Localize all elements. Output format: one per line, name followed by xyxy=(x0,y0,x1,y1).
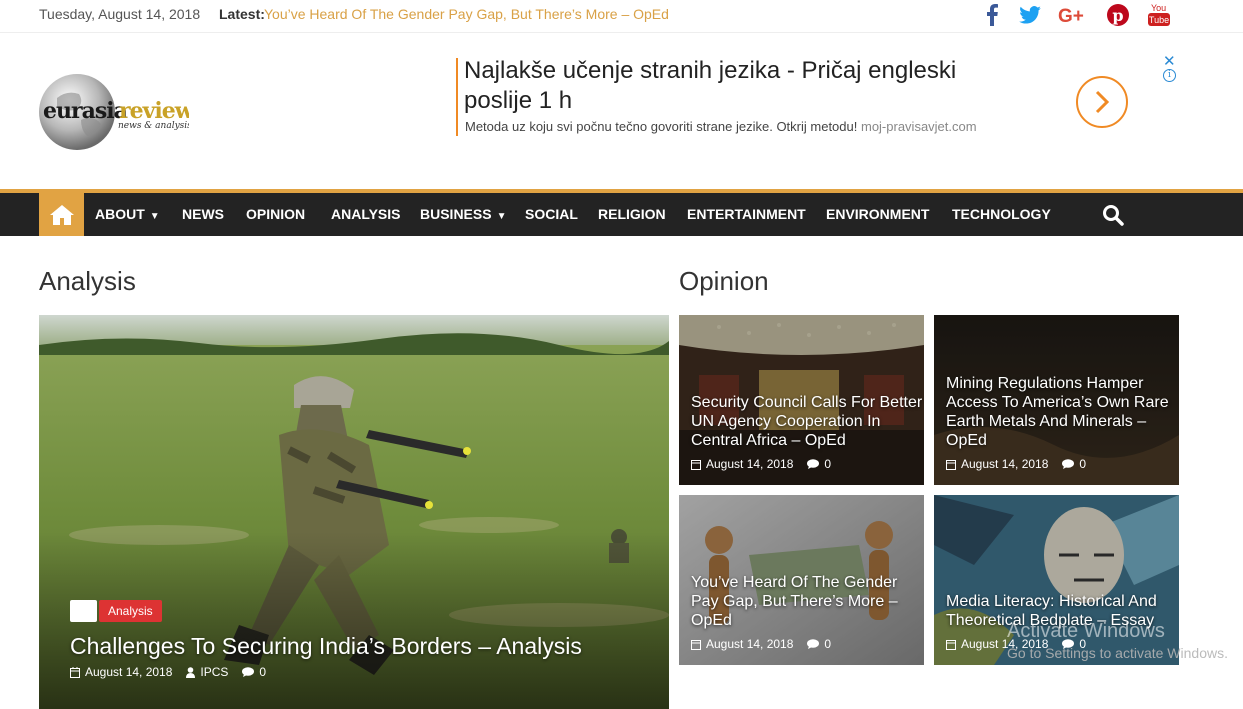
watermark-title: Activate Windows xyxy=(1007,620,1165,642)
google-plus-icon[interactable]: G+ xyxy=(1057,2,1091,28)
twitter-icon[interactable] xyxy=(1016,2,1044,28)
post-date-text: August 14, 2018 xyxy=(706,457,794,471)
post-comments-text: 0 xyxy=(824,457,832,471)
home-button[interactable] xyxy=(39,193,84,236)
svg-text:Tube: Tube xyxy=(1149,15,1169,25)
svg-text:eurasia: eurasia xyxy=(43,98,128,124)
post-comments-text: 0 xyxy=(259,665,267,679)
nav-analysis[interactable]: Analysis xyxy=(331,206,401,222)
ad-domain[interactable]: moj-pravisavjet.com xyxy=(861,119,977,134)
opinion-card[interactable]: You’ve Heard Of The Gender Pay Gap, But … xyxy=(679,495,924,665)
post-comments[interactable]: 0 xyxy=(242,665,266,679)
post-date-text: August 14, 2018 xyxy=(706,637,794,651)
nav-about[interactable]: About ▼ xyxy=(95,206,160,222)
post-date[interactable]: August 14, 2018 xyxy=(946,457,1048,471)
opinion-card-title[interactable]: You’ve Heard Of The Gender Pay Gap, But … xyxy=(691,573,923,630)
featured-article-title[interactable]: Challenges To Securing India’s Borders –… xyxy=(70,633,582,660)
calendar-icon xyxy=(946,459,956,470)
comment-icon xyxy=(1062,459,1075,469)
category-badge[interactable]: Analysis xyxy=(99,600,162,622)
ad-title[interactable]: Najlakše učenje stranih jezika - Pričaj … xyxy=(464,56,1024,116)
watermark-subtitle: Go to Settings to activate Windows. xyxy=(1007,645,1228,661)
advertisement[interactable]: Najlakše učenje stranih jezika - Pričaj … xyxy=(456,53,1184,140)
nav-about-label: About xyxy=(95,206,145,222)
post-date[interactable]: August 14, 2018 xyxy=(691,457,793,471)
chevron-right-icon xyxy=(1095,90,1110,114)
ad-accent-bar xyxy=(456,58,458,136)
home-icon xyxy=(49,204,74,225)
chevron-down-icon: ▼ xyxy=(149,211,160,222)
post-comments[interactable]: 0 xyxy=(807,457,831,471)
post-comments[interactable]: 0 xyxy=(1062,457,1086,471)
calendar-icon xyxy=(691,459,701,470)
opinion-section-title: Opinion xyxy=(679,266,769,296)
ad-description: Metoda uz koju svi počnu tečno govoriti … xyxy=(465,119,977,134)
post-date-text: August 14, 2018 xyxy=(961,457,1049,471)
calendar-icon xyxy=(946,639,956,650)
site-logo[interactable]: eurasia review news & analysis xyxy=(39,68,196,154)
svg-text:You: You xyxy=(1151,3,1166,13)
featured-badges: Analysis xyxy=(70,600,162,622)
facebook-icon[interactable] xyxy=(980,2,1004,28)
opinion-card[interactable]: Security Council Calls For Better UN Age… xyxy=(679,315,924,485)
nav-entertainment[interactable]: Entertainment xyxy=(687,206,806,222)
analysis-section-title: Analysis xyxy=(39,266,136,296)
main-navigation: About ▼ News Opinion Analysis Business ▼ S… xyxy=(0,189,1243,236)
opinion-card-meta: August 14, 2018 0 xyxy=(946,457,1100,471)
current-date: Tuesday, August 14, 2018 xyxy=(39,6,201,22)
latest-label: Latest: xyxy=(219,6,265,22)
nav-technology[interactable]: Technology xyxy=(952,206,1051,222)
opinion-card-title[interactable]: Mining Regulations Hamper Access To Amer… xyxy=(946,374,1178,450)
nav-business[interactable]: Business ▼ xyxy=(420,206,506,222)
calendar-icon xyxy=(70,666,80,678)
chevron-down-icon: ▼ xyxy=(496,211,507,222)
featured-article[interactable]: Analysis Challenges To Securing India’s … xyxy=(39,315,669,709)
svg-text:news & analysis: news & analysis xyxy=(118,121,189,131)
featured-article-meta: August 14, 2018 IPCS 0 xyxy=(70,665,280,679)
youtube-icon[interactable]: You Tube xyxy=(1147,2,1171,28)
post-date-text: August 14, 2018 xyxy=(85,665,173,679)
post-comments[interactable]: 0 xyxy=(807,637,831,651)
nav-opinion[interactable]: Opinion xyxy=(246,206,305,222)
windows-activation-watermark: Activate Windows Go to Settings to activ… xyxy=(1007,620,1228,664)
pinterest-icon[interactable]: p xyxy=(1105,2,1131,28)
nav-business-label: Business xyxy=(420,206,492,222)
ad-info-icon[interactable]: i xyxy=(1163,69,1176,82)
nav-religion[interactable]: Religion xyxy=(598,206,666,222)
ad-close-icon[interactable]: ✕ xyxy=(1163,52,1176,70)
ad-go-button[interactable] xyxy=(1076,76,1128,128)
user-icon xyxy=(186,666,196,678)
post-author-text: IPCS xyxy=(200,665,229,679)
calendar-icon xyxy=(691,639,701,650)
nav-social[interactable]: Social xyxy=(525,206,578,222)
opinion-card[interactable]: Mining Regulations Hamper Access To Amer… xyxy=(934,315,1179,485)
svg-text:p: p xyxy=(1112,6,1123,25)
opinion-card-meta: August 14, 2018 0 xyxy=(691,637,845,651)
opinion-card-meta: August 14, 2018 0 xyxy=(691,457,845,471)
opinion-card-title[interactable]: Security Council Calls For Better UN Age… xyxy=(691,393,923,450)
nav-environment[interactable]: Environment xyxy=(826,206,929,222)
post-date[interactable]: August 14, 2018 xyxy=(70,665,172,679)
latest-news-link[interactable]: You’ve Heard Of The Gender Pay Gap, But … xyxy=(264,6,669,22)
top-bar: Tuesday, August 14, 2018 Latest: You’ve … xyxy=(0,0,1243,33)
comment-icon xyxy=(242,667,255,677)
comment-icon xyxy=(807,459,820,469)
post-date[interactable]: August 14, 2018 xyxy=(691,637,793,651)
post-author[interactable]: IPCS xyxy=(186,665,228,679)
ad-description-text: Metoda uz koju svi počnu tečno govoriti … xyxy=(465,119,858,134)
blank-badge xyxy=(70,600,97,622)
search-icon[interactable] xyxy=(1102,204,1124,226)
post-comments-text: 0 xyxy=(1079,457,1087,471)
comment-icon xyxy=(807,639,820,649)
svg-text:G+: G+ xyxy=(1058,6,1084,25)
post-comments-text: 0 xyxy=(824,637,832,651)
nav-news[interactable]: News xyxy=(182,206,224,222)
